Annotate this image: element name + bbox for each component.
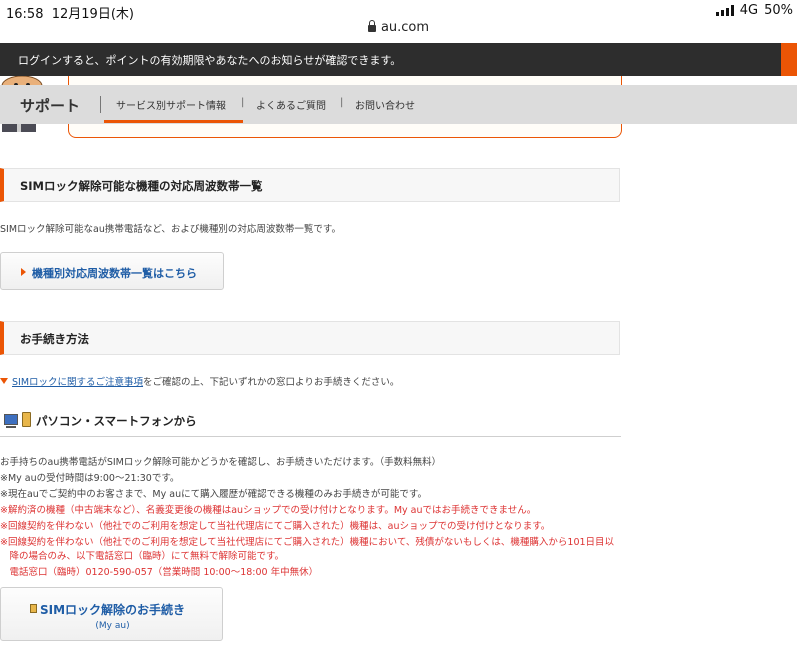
divider xyxy=(100,96,101,113)
section-heading-text: SIMロック解除可能な機種の対応周波数帯一覧 xyxy=(20,179,263,193)
warning-line: ※回線契約を伴わない（他社でのご利用を想定して当社代理店にてご購入された）機種に… xyxy=(0,537,615,548)
sim-unlock-button-label: SIMロック解除のお手続き xyxy=(40,603,186,617)
info-line: ※現在auでご契約中のお客さまで、My auにて購入履歴が確認できる機種のみお手… xyxy=(0,489,427,500)
frequency-list-button[interactable]: 機種別対応周波数帯一覧はこちら xyxy=(0,252,224,290)
lock-icon xyxy=(367,20,376,32)
status-bar: 16:58 12月19日(木) 4G 50% xyxy=(0,0,797,22)
nav-contact[interactable]: お問い合わせ xyxy=(355,97,415,112)
login-button[interactable] xyxy=(781,43,797,76)
arrow-right-icon xyxy=(21,268,26,276)
info-line: ※My auの受付時間は9:00〜21:30です。 xyxy=(0,473,180,484)
notice-line: SIMロックに関するご注意事項をご確認の上、下記いずれかの窓口よりお手続きくださ… xyxy=(0,374,399,388)
network-label: 4G xyxy=(739,3,759,18)
subheading-pc-smartphone: パソコン・スマートフォンから xyxy=(0,408,621,437)
notice-text: をご確認の上、下記いずれかの窓口よりお手続きください。 xyxy=(143,377,400,388)
pc-stand-icon xyxy=(6,426,16,428)
support-nav: サポート サービス別サポート情報 | よくあるご質問 | お問い合わせ xyxy=(0,85,797,124)
section1-description: SIMロック解除可能なau携帯電話など、および機種別の対応周波数帯一覧です。 xyxy=(0,224,341,235)
info-line: お手持ちのau携帯電話がSIMロック解除可能かどうかを確認し、お手続きいただけま… xyxy=(0,457,442,468)
warning-line: ※解約済の機種（中古端末など）、名義変更後の機種はauショップでの受け付けとなり… xyxy=(0,505,537,516)
address-bar[interactable]: au.com xyxy=(0,20,797,42)
frequency-list-button-label: 機種別対応周波数帯一覧はこちら xyxy=(32,267,197,280)
sim-unlock-button-sublabel: (My au) xyxy=(95,621,130,631)
nav-service-support[interactable]: サービス別サポート情報 xyxy=(116,97,226,112)
login-banner[interactable]: ログインすると、ポイントの有効期限やあなたへのお知らせが確認できます。 xyxy=(0,43,797,76)
smartphone-icon xyxy=(30,604,37,613)
url-text: au.com xyxy=(380,20,430,35)
support-title: サポート xyxy=(20,97,81,115)
sim-lock-notes-link[interactable]: SIMロックに関するご注意事項 xyxy=(12,377,143,388)
nav-faq[interactable]: よくあるご質問 xyxy=(256,97,326,112)
section-heading-text: お手続き方法 xyxy=(20,332,89,346)
divider: | xyxy=(340,97,344,108)
smartphone-icon xyxy=(22,412,31,427)
subheading-text: パソコン・スマートフォンから xyxy=(36,414,197,428)
divider: | xyxy=(241,97,245,108)
warning-line: ※回線契約を伴わない（他社でのご利用を想定して当社代理店にてご購入された）機種は… xyxy=(0,521,551,532)
pc-icon xyxy=(4,414,18,425)
signal-icon xyxy=(715,5,734,16)
arrow-down-icon xyxy=(0,378,8,384)
status-right: 4G 50% xyxy=(715,3,793,18)
warning-line: 降の場合のみ、以下電話窓口（臨時）にて無料で解除可能です。 xyxy=(0,551,285,562)
login-message: ログインすると、ポイントの有効期限やあなたへのお知らせが確認できます。 xyxy=(18,54,402,67)
active-tab-indicator xyxy=(104,120,243,123)
section-heading-procedure: お手続き方法 xyxy=(0,321,620,355)
phone-contact-line: 電話窓口（臨時）0120-590-057（営業時間 10:00〜18:00 年中… xyxy=(0,567,319,578)
section-heading-sim-unlock-models: SIMロック解除可能な機種の対応周波数帯一覧 xyxy=(0,168,620,202)
sim-unlock-procedure-button[interactable]: SIMロック解除のお手続き (My au) xyxy=(0,587,223,641)
battery-label: 50% xyxy=(764,3,793,18)
